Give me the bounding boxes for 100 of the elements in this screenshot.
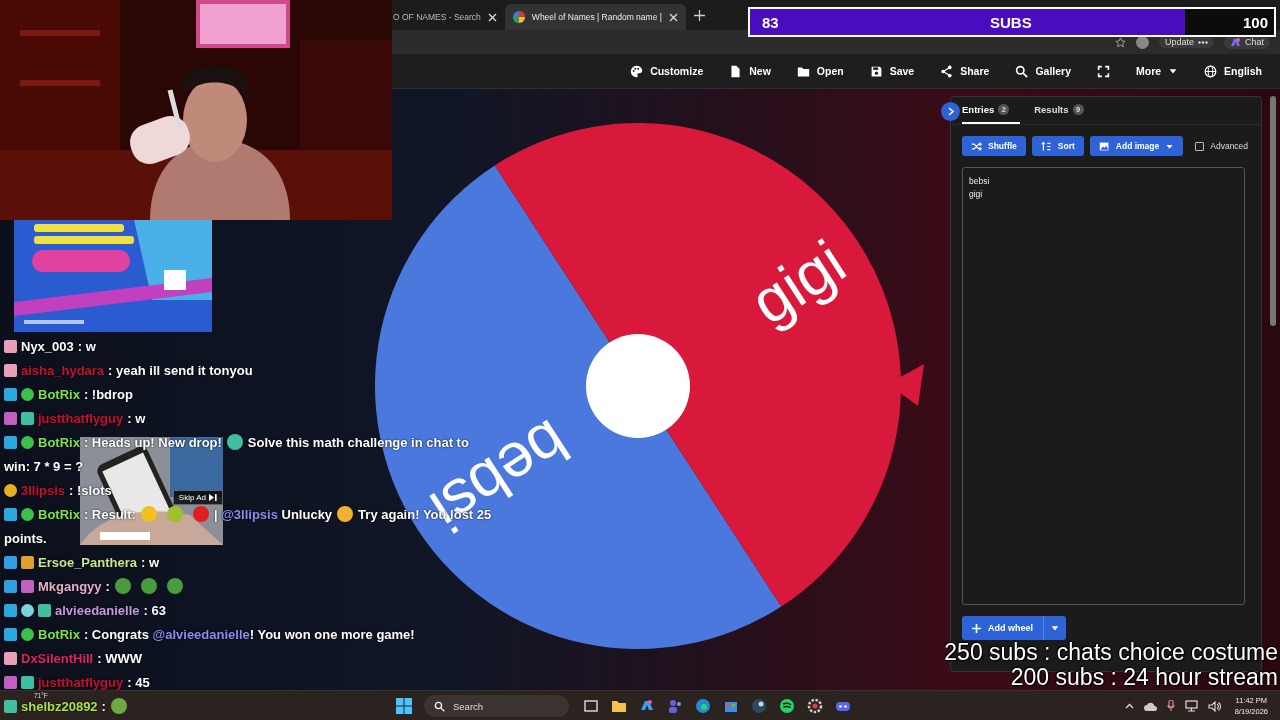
- toolbar-button[interactable]: Gallery: [1015, 64, 1071, 78]
- goal-line: 250 subs : chats choice costume: [944, 640, 1278, 665]
- cloud-icon[interactable]: [1143, 701, 1157, 711]
- skip-ad-button[interactable]: Skip Ad: [172, 490, 223, 505]
- message-text: ! You won one more game!: [249, 626, 415, 644]
- badge-icon: [4, 364, 17, 377]
- palette-icon: [630, 64, 644, 78]
- save-icon: [869, 64, 883, 78]
- message-text: : Congrats: [83, 626, 150, 644]
- message-text: : w: [77, 338, 96, 356]
- add-image-button[interactable]: Add image: [1089, 136, 1184, 156]
- collapse-button[interactable]: [941, 102, 960, 121]
- badge-icon: [4, 388, 17, 401]
- swirl-icon[interactable]: [695, 698, 711, 714]
- more-icon: [1198, 40, 1208, 44]
- chat-username[interactable]: BotRix: [38, 387, 80, 402]
- badge-icon: [4, 628, 17, 641]
- toolbar-button[interactable]: New: [729, 64, 771, 78]
- message-text: : 45: [127, 674, 150, 692]
- add-wheel-button[interactable]: Add wheel: [962, 616, 1043, 640]
- wheel-hub[interactable]: [586, 334, 690, 438]
- share-icon: [940, 64, 954, 78]
- music-icon[interactable]: [779, 698, 795, 714]
- tab-title: Wheel of Names | Random name |: [531, 12, 662, 22]
- badge-icon: [38, 604, 51, 617]
- search-icon: [1015, 64, 1029, 78]
- message-text: points.: [4, 530, 47, 548]
- checkbox-label: Advanced: [1210, 141, 1249, 151]
- chat-username[interactable]: Nyx_003: [21, 339, 74, 354]
- message-text: : Heads up! New drop!: [83, 434, 222, 452]
- plus-icon: [972, 623, 981, 633]
- toolbar-button[interactable]: English: [1204, 64, 1262, 78]
- scrollbar[interactable]: [1270, 96, 1276, 326]
- window-icon[interactable]: [583, 698, 599, 714]
- chat-username[interactable]: shelbz20892: [21, 699, 98, 714]
- chat-username[interactable]: BotRix: [38, 627, 80, 642]
- badge-icon: [4, 700, 17, 713]
- microphone-icon[interactable]: [1166, 700, 1175, 712]
- chat-username[interactable]: Ersoe_Panthera: [38, 555, 137, 570]
- avatar-icon[interactable]: [1135, 35, 1149, 49]
- message-text: : w: [141, 554, 160, 572]
- entries-textarea[interactable]: bebsi gigi: [962, 167, 1245, 605]
- badge-icon: [4, 412, 17, 425]
- toolbar-button[interactable]: Customize: [630, 64, 704, 78]
- windows-logo-icon[interactable]: [396, 698, 412, 714]
- gear-icon[interactable]: [807, 698, 823, 714]
- message-text: Unlucky: [280, 506, 333, 524]
- search-field[interactable]: Search: [424, 695, 569, 717]
- plus-icon[interactable]: [693, 9, 705, 21]
- chevron-icon: [946, 107, 955, 116]
- people-icon[interactable]: [667, 698, 683, 714]
- sort-icon: [1040, 140, 1052, 152]
- checkbox[interactable]: [1195, 141, 1205, 151]
- toolbar-button[interactable]: Save: [869, 64, 915, 78]
- message-text: : WWW: [97, 650, 142, 668]
- toolbar-button[interactable]: Open: [796, 64, 844, 78]
- badge-icon: [21, 676, 34, 689]
- speaker-icon[interactable]: [1207, 700, 1221, 712]
- shuffle-button[interactable]: Shuffle: [962, 136, 1026, 156]
- file-icon: [729, 64, 743, 78]
- search-icon: [434, 700, 445, 712]
- chat-username[interactable]: DxSilentHill: [21, 651, 94, 666]
- chat-username[interactable]: Mkgangyy: [38, 579, 102, 594]
- message-text: : !bdrop: [83, 386, 133, 404]
- message-text: :: [105, 578, 110, 596]
- image-icon: [1098, 140, 1110, 152]
- badge-icon: [21, 412, 34, 425]
- message-text: : 63: [143, 602, 166, 620]
- goal-target: 100: [1242, 13, 1268, 31]
- fullscreen-icon: [1097, 64, 1110, 78]
- badge-icon: [4, 676, 17, 689]
- badge-icon: [21, 580, 34, 593]
- toolbar-button[interactable]: Share: [940, 64, 990, 78]
- browser-tab[interactable]: O OF NAMES - Search: [393, 4, 505, 30]
- dropdown-button[interactable]: [1043, 616, 1066, 640]
- chat-username[interactable]: alvieedanielle: [55, 603, 140, 618]
- network-icon[interactable]: [1184, 700, 1198, 712]
- mention[interactable]: @alvieedanielle: [152, 623, 250, 647]
- close-icon[interactable]: [487, 12, 497, 22]
- chat-username[interactable]: BotRix: [38, 507, 80, 522]
- goal-current: 83: [762, 13, 779, 31]
- message-text: : yeah ill send it tonyou: [108, 362, 253, 380]
- toolbar-button[interactable]: More: [1136, 65, 1179, 77]
- skip-icon: [209, 494, 217, 501]
- folder-icon[interactable]: [611, 698, 627, 714]
- chat-username[interactable]: BotRix: [38, 435, 80, 450]
- fullscreen-button[interactable]: [1097, 64, 1110, 78]
- entry-text: gigi: [969, 189, 984, 199]
- globe-icon: [1204, 64, 1218, 78]
- shuffle-icon: [971, 140, 982, 152]
- sort-button[interactable]: Sort: [1031, 136, 1084, 156]
- close-icon[interactable]: [668, 12, 678, 22]
- wheel-label: gigi: [738, 226, 858, 338]
- message-text: : Result:: [83, 506, 136, 524]
- chevron-up-icon[interactable]: [1124, 703, 1134, 709]
- message-text: :: [101, 698, 106, 716]
- badge-icon: [21, 556, 34, 569]
- caret-icon: [1050, 623, 1060, 633]
- browser-tab[interactable]: Wheel of Names | Random name |: [504, 4, 686, 30]
- star-icon[interactable]: [1114, 36, 1126, 48]
